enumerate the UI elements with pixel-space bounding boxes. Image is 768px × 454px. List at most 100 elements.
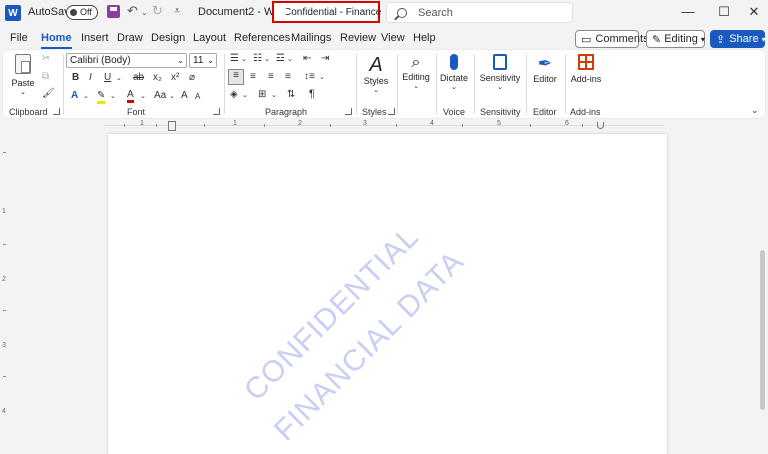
change-case-button[interactable]: Aa — [154, 90, 166, 101]
multilevel-dropdown-icon[interactable]: ⌄ — [287, 55, 293, 63]
paste-label: Paste — [11, 78, 35, 88]
search-box[interactable]: Search — [386, 2, 573, 23]
font-size-chevron-icon: ⌄ — [207, 56, 214, 65]
right-indent-marker[interactable] — [597, 122, 604, 129]
tab-file[interactable]: File — [10, 32, 28, 44]
dictate-button[interactable]: Dictate ⌄ — [438, 54, 470, 91]
word-logo-icon: W — [5, 5, 21, 21]
line-spacing-icon[interactable]: ↕≡ — [304, 71, 315, 82]
justify-icon[interactable]: ≡ — [285, 71, 291, 82]
ruler-number: 2 — [298, 120, 302, 127]
undo-icon[interactable]: ↶ — [127, 3, 138, 19]
ruler-tick — [124, 124, 125, 127]
styles-button[interactable]: A Styles ⌄ — [360, 54, 392, 94]
close-icon[interactable]: ✕ — [744, 4, 764, 20]
tab-mailings[interactable]: Mailings — [291, 32, 331, 44]
sensitivity-label-text: Confidential - Finance — [284, 6, 382, 18]
document-page[interactable]: CONFIDENTIAL FINANCIAL DATA — [108, 134, 667, 454]
tab-layout[interactable]: Layout — [193, 32, 226, 44]
align-left-icon[interactable]: ≡ — [228, 69, 244, 85]
bold-button[interactable]: B — [72, 72, 79, 83]
italic-button[interactable]: I — [89, 72, 92, 83]
text-effects-dropdown-icon[interactable]: ⌄ — [83, 92, 89, 100]
font-name-combo[interactable]: Calibri (Body) ⌄ — [66, 53, 187, 68]
numbering-icon[interactable]: ☷ — [253, 53, 262, 64]
collapse-ribbon-icon[interactable]: ⌄ — [751, 105, 759, 116]
paste-button[interactable]: Paste ⌄ — [9, 54, 37, 96]
undo-dropdown-icon[interactable]: ⌄ — [141, 8, 148, 17]
font-color-button[interactable]: A — [127, 89, 134, 103]
editing-mode-button[interactable]: ✎ Editing ▾ — [646, 30, 705, 48]
vertical-scrollbar[interactable] — [760, 250, 765, 410]
styles-group-label: Styles — [362, 107, 387, 117]
font-group-label: Font — [127, 107, 146, 117]
paragraph-launcher-icon[interactable] — [345, 108, 352, 115]
styles-launcher-icon[interactable] — [388, 108, 395, 115]
sensitivity-button[interactable]: Sensitivity ⌄ — [477, 54, 523, 91]
tab-help[interactable]: Help — [413, 32, 436, 44]
cut-icon: ✂ — [42, 53, 51, 64]
font-size-combo[interactable]: 11 ⌄ — [189, 53, 217, 68]
comments-button[interactable]: ▭ Comments — [575, 30, 649, 48]
editor-button[interactable]: ✒ Editor — [528, 54, 562, 84]
autosave-toggle[interactable]: Off — [66, 5, 98, 20]
subscript-button[interactable]: x₂ — [153, 72, 162, 83]
tab-design[interactable]: Design — [151, 32, 185, 44]
styles-icon: A — [369, 54, 383, 76]
shading-icon[interactable]: ◈ — [230, 89, 238, 100]
shading-dropdown-icon[interactable]: ⌄ — [242, 91, 248, 99]
underline-button[interactable]: U — [104, 72, 111, 83]
redo-icon: ↻ — [152, 3, 163, 18]
align-right-icon[interactable]: ≡ — [268, 71, 274, 82]
font-launcher-icon[interactable] — [213, 108, 220, 115]
numbering-dropdown-icon[interactable]: ⌄ — [264, 55, 270, 63]
highlight-icon[interactable]: ✎ — [97, 90, 106, 104]
share-label: Share — [729, 33, 759, 45]
grow-font-button[interactable]: A — [181, 90, 188, 101]
clipboard-launcher-icon[interactable] — [53, 108, 60, 115]
sensitivity-chevron-icon: ⌄ — [497, 84, 503, 91]
borders-icon[interactable]: ⊞ — [258, 89, 266, 100]
tab-home[interactable]: Home — [41, 32, 72, 49]
save-icon[interactable] — [107, 5, 120, 18]
line-spacing-dropdown-icon[interactable]: ⌄ — [319, 73, 325, 81]
change-case-dropdown-icon[interactable]: ⌄ — [169, 92, 175, 100]
editing-button[interactable]: ⌕ Editing ⌄ — [399, 54, 433, 90]
horizontal-ruler[interactable]: 1 1 2 3 4 5 6 — [104, 120, 668, 131]
vertical-ruler[interactable]: 1 2 3 4 — [0, 134, 8, 454]
underline-dropdown-icon[interactable]: ⌄ — [116, 74, 122, 82]
strikethrough-button[interactable]: ab — [133, 72, 144, 83]
font-color-dropdown-icon[interactable]: ⌄ — [140, 92, 146, 100]
customize-toolbar-icon[interactable]: ⩡ — [174, 5, 180, 18]
ruler-tick — [204, 124, 205, 127]
indent-marker[interactable] — [168, 121, 176, 131]
share-button[interactable]: ⇪ Share ▾ — [710, 30, 766, 48]
tab-view[interactable]: View — [381, 32, 405, 44]
text-effects-button[interactable]: A — [71, 90, 78, 101]
multilevel-list-icon[interactable]: ☲ — [276, 53, 285, 64]
tab-insert[interactable]: Insert — [81, 32, 109, 44]
tab-draw[interactable]: Draw — [117, 32, 143, 44]
sensitivity-label-indicator[interactable]: Confidential - Finance — [272, 1, 382, 23]
highlight-dropdown-icon[interactable]: ⌄ — [110, 92, 116, 100]
tab-references[interactable]: References — [234, 32, 290, 44]
show-formatting-button[interactable]: ¶ — [309, 88, 315, 100]
tab-review[interactable]: Review — [340, 32, 376, 44]
minimize-icon[interactable]: — — [678, 4, 698, 19]
bullets-icon[interactable]: ☰ — [230, 53, 239, 64]
superscript-button[interactable]: x² — [171, 72, 179, 83]
decrease-indent-icon[interactable]: ⇤ — [303, 53, 311, 64]
sort-icon[interactable]: ⇅ — [287, 89, 295, 100]
bullets-dropdown-icon[interactable]: ⌄ — [241, 55, 247, 63]
align-center-icon[interactable]: ≡ — [250, 71, 256, 82]
shrink-font-button[interactable]: A — [195, 92, 200, 101]
borders-dropdown-icon[interactable]: ⌄ — [271, 91, 277, 99]
maximize-icon[interactable]: ☐ — [714, 4, 734, 20]
vruler-number: 4 — [2, 408, 6, 415]
clear-formatting-icon[interactable]: ⌀ — [189, 72, 195, 83]
separator — [565, 54, 566, 114]
dictate-chevron-icon: ⌄ — [451, 84, 457, 91]
format-painter-icon[interactable]: 🖌 — [42, 88, 55, 99]
add-ins-button[interactable]: Add-ins — [567, 54, 605, 84]
increase-indent-icon[interactable]: ⇥ — [321, 53, 329, 64]
